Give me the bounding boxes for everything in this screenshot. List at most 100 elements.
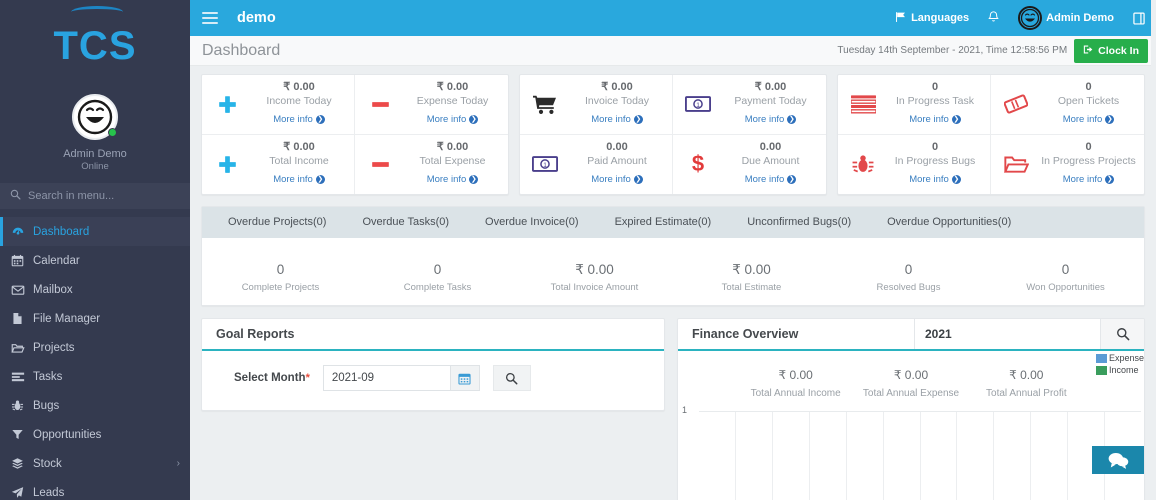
chart-gridline-column (773, 411, 810, 500)
total-label: Resolved Bugs (876, 282, 941, 293)
stat-due-amount[interactable]: $ 0.00 Due Amount More info ❯ (673, 135, 826, 194)
total-value: 0 (433, 261, 442, 277)
stat-total-expense[interactable]: ₹ 0.00 Total Expense More info ❯ (355, 135, 508, 194)
chevron-right-icon: › (176, 458, 180, 469)
tab-overdue-projects[interactable]: Overdue Projects(0) (210, 207, 344, 238)
brand-logo[interactable]: TCS (0, 0, 190, 92)
stat-invoice-today[interactable]: ₹ 0.00 Invoice Today More info ❯ (520, 75, 673, 135)
cart-icon (528, 94, 562, 115)
stat-value: 0.00 (606, 140, 628, 153)
arrow-circle-icon: ❯ (787, 115, 797, 125)
tab-overdue-invoice[interactable]: Overdue Invoice(0) (467, 207, 597, 238)
year-input[interactable] (914, 319, 1100, 349)
plus-icon (210, 154, 244, 175)
tab-overdue-tasks[interactable]: Overdue Tasks(0) (344, 207, 467, 238)
more-info-link[interactable]: More info ❯ (909, 114, 961, 126)
sidebar-item-stock[interactable]: Stock › (0, 449, 190, 478)
folder-open-icon (999, 154, 1033, 175)
finance-overview-title: Finance Overview (692, 327, 799, 341)
more-info-link[interactable]: More info ❯ (745, 174, 797, 186)
stat-label: Payment Today (734, 94, 807, 107)
chart-gridline-column (810, 411, 847, 500)
stat-expense-today[interactable]: ₹ 0.00 Expense Today More info ❯ (355, 75, 508, 135)
languages-label: Languages (911, 12, 970, 24)
month-input[interactable] (322, 365, 450, 391)
total-label: Complete Projects (241, 282, 320, 293)
more-info-link[interactable]: More info ❯ (745, 114, 797, 126)
sidebar-item-label: Tasks (33, 370, 63, 383)
total-annual-income: ₹ 0.00 Total Annual Income (738, 368, 853, 401)
tab-overdue-opportunities[interactable]: Overdue Opportunities(0) (869, 207, 1029, 238)
stat-open-tickets[interactable]: 0 Open Tickets More info ❯ (991, 75, 1144, 135)
stat-payment-today[interactable]: 1 ₹ 0.00 Payment Today More info ❯ (673, 75, 826, 135)
finance-overview-panel: Finance Overview Expense (677, 318, 1145, 500)
calendar-picker-button[interactable] (449, 365, 480, 391)
sidebar-item-dashboard[interactable]: Dashboard (0, 217, 190, 246)
stat-cards-row: ₹ 0.00 Income Today More info ❯ ₹ 0.00 E… (201, 74, 1145, 195)
sidebar-item-tasks[interactable]: Tasks (0, 362, 190, 391)
site-title: demo (237, 10, 276, 26)
sidebar-search[interactable] (0, 183, 190, 209)
search-input[interactable] (28, 190, 180, 202)
finance-search-button[interactable] (1100, 319, 1144, 349)
stat-paid-amount[interactable]: 1 0.00 Paid Amount More info ❯ (520, 134, 673, 194)
page-header-actions: Tuesday 14th September - 2021, Time 12:5… (837, 38, 1148, 63)
more-info-link[interactable]: More info ❯ (591, 174, 643, 186)
stat-total-income[interactable]: ₹ 0.00 Total Income More info ❯ (202, 134, 355, 194)
stat-value: ₹ 0.00 (283, 81, 315, 93)
tab-unconfirmed-bugs[interactable]: Unconfirmed Bugs(0) (729, 207, 869, 238)
sidebar-item-leads[interactable]: Leads (0, 478, 190, 500)
more-info-link[interactable]: More info ❯ (273, 114, 325, 126)
user-name-label: Admin Demo (1046, 12, 1114, 24)
chat-button[interactable] (1092, 446, 1144, 474)
stat-income-today[interactable]: ₹ 0.00 Income Today More info ❯ (202, 75, 355, 135)
stat-label: In Progress Task (895, 94, 974, 107)
avatar-wrapper[interactable] (72, 94, 118, 140)
stat-label: In Progress Bugs (894, 154, 976, 167)
sidebar-item-file-manager[interactable]: File Manager (0, 304, 190, 333)
tab-expired-estimate[interactable]: Expired Estimate(0) (597, 207, 730, 238)
clock-in-button[interactable]: Clock In (1074, 38, 1148, 63)
more-info-link[interactable]: More info ❯ (427, 174, 479, 186)
arrow-circle-icon: ❯ (315, 175, 325, 185)
more-info-link[interactable]: More info ❯ (591, 114, 643, 126)
sidebar-item-label: Opportunities (33, 428, 102, 441)
chart-plot-area (699, 410, 1141, 500)
languages-button[interactable]: Languages (895, 11, 969, 26)
total-resolved-bugs: 0 Resolved Bugs (830, 260, 987, 293)
sidebar-item-projects[interactable]: Projects (0, 333, 190, 362)
more-info-link[interactable]: More info ❯ (273, 174, 325, 186)
right-sidebar-toggle[interactable] (1132, 11, 1146, 26)
vertical-scrollbar[interactable] (1151, 0, 1156, 500)
funnel-icon (11, 428, 33, 441)
bottom-panels-row: Goal Reports Select Month* 2021-09 Finan… (201, 318, 1145, 500)
more-info-link[interactable]: More info ❯ (1063, 174, 1115, 186)
select-month-label: Select Month* (234, 372, 310, 384)
stat-in-progress-task[interactable]: 0 In Progress Task More info ❯ (838, 75, 991, 135)
clock-in-label: Clock In (1098, 44, 1139, 57)
sidebar-item-opportunities[interactable]: Opportunities (0, 420, 190, 449)
sidebar-item-calendar[interactable]: Calendar (0, 246, 190, 275)
total-label: Total Annual Expense (862, 388, 960, 399)
total-label: Won Opportunities (1026, 282, 1105, 293)
total-invoice-amount: ₹ 0.00 Total Invoice Amount (516, 260, 673, 293)
calendar-icon (11, 254, 33, 267)
stat-label: Total Expense (419, 154, 486, 167)
stat-value: ₹ 0.00 (754, 81, 787, 93)
goal-search-button[interactable] (492, 365, 531, 391)
stat-in-progress-projects[interactable]: 0 In Progress Projects More info ❯ (991, 135, 1144, 194)
notifications-button[interactable] (987, 10, 1000, 27)
more-info-link[interactable]: More info ❯ (1063, 114, 1115, 126)
more-info-link[interactable]: More info ❯ (909, 174, 961, 186)
menu-toggle-icon[interactable] (202, 9, 218, 27)
user-menu-button[interactable]: Admin Demo (1018, 6, 1114, 30)
total-label: Total Estimate (721, 282, 782, 293)
sidebar-item-label: Bugs (33, 399, 60, 412)
sidebar-item-bugs[interactable]: Bugs (0, 391, 190, 420)
more-info-link[interactable]: More info ❯ (427, 114, 479, 126)
plus-icon (210, 94, 244, 115)
sidebar-item-mailbox[interactable]: Mailbox (0, 275, 190, 304)
stat-in-progress-bugs[interactable]: 0 In Progress Bugs More info ❯ (838, 134, 991, 194)
bug-icon (11, 399, 33, 412)
profile-name: Admin Demo (63, 148, 127, 160)
